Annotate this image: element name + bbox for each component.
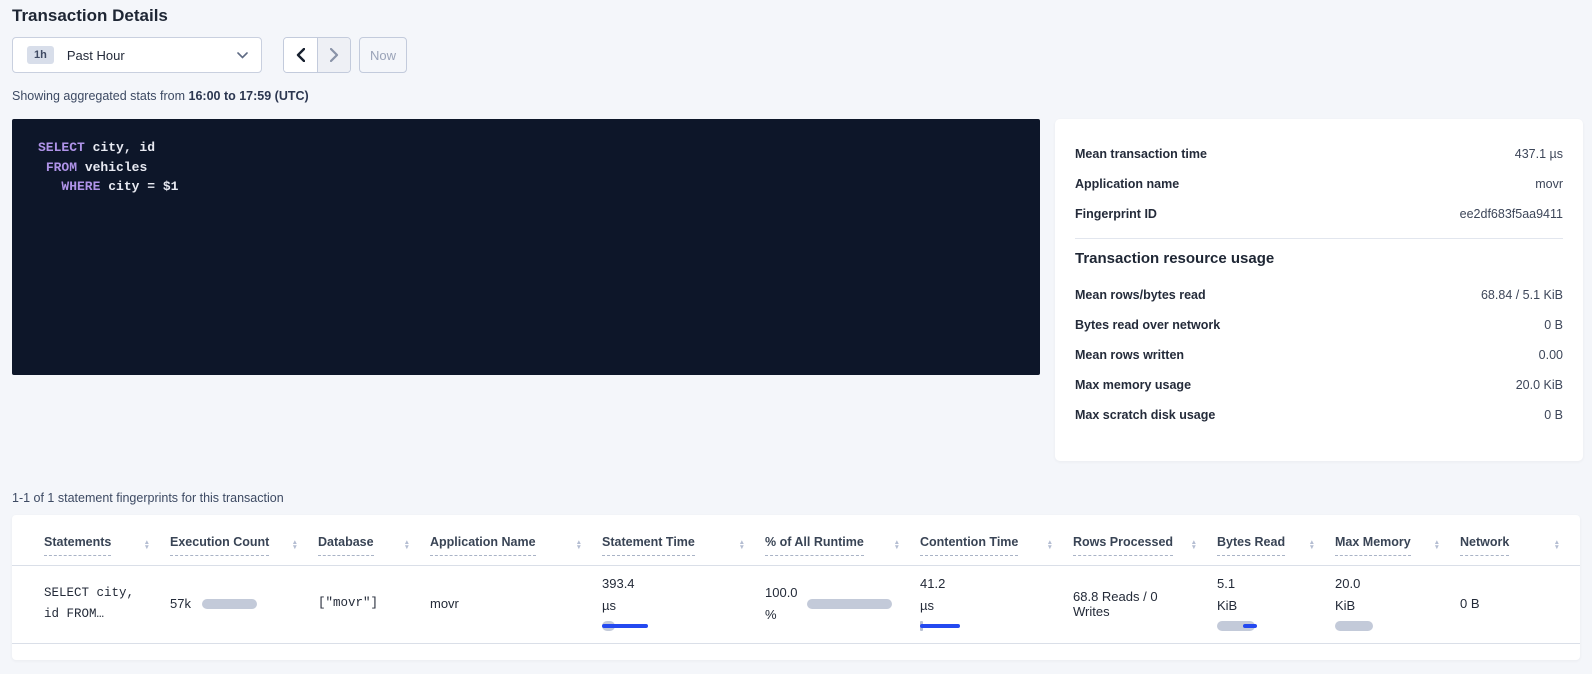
- sql-keyword: SELECT: [38, 140, 85, 155]
- summary-value: 437.1 µs: [1515, 147, 1563, 161]
- sort-icon[interactable]: ▲▼: [1309, 540, 1315, 550]
- sort-icon[interactable]: ▲▼: [894, 540, 900, 550]
- statements-table-card: Statements▲▼ Execution Count▲▼ Database▲…: [12, 515, 1580, 660]
- summary-value: 0 B: [1544, 318, 1563, 332]
- statement-row: SELECT city, id FROM… 57k ["movr"] movr …: [12, 566, 1580, 644]
- contention-time-bar: [920, 621, 964, 631]
- chevron-left-icon: [296, 48, 305, 62]
- summary-label: Bytes read over network: [1075, 318, 1220, 332]
- col-header-database[interactable]: Database▲▼: [318, 515, 430, 566]
- interval-label: Past Hour: [67, 48, 237, 63]
- summary-row: Mean rows written 0.00: [1075, 340, 1563, 370]
- summary-value: movr: [1535, 177, 1563, 191]
- sort-icon[interactable]: ▲▼: [739, 540, 745, 550]
- statement-fingerprints-caption: 1-1 of 1 statement fingerprints for this…: [12, 491, 1592, 506]
- time-interval-dropdown[interactable]: 1h Past Hour: [12, 37, 262, 73]
- summary-label: Mean transaction time: [1075, 147, 1207, 161]
- col-header-max-memory[interactable]: Max Memory▲▼: [1335, 515, 1460, 566]
- col-header-network[interactable]: Network▲▼: [1460, 515, 1580, 566]
- interval-badge: 1h: [27, 46, 54, 64]
- sql-keyword: WHERE: [61, 179, 100, 194]
- summary-row: Max memory usage 20.0 KiB: [1075, 370, 1563, 400]
- col-header-contention-time[interactable]: Contention Time▲▼: [920, 515, 1073, 566]
- max-memory-bar: [1335, 621, 1375, 631]
- caption-prefix: Showing aggregated stats from: [12, 89, 185, 103]
- summary-label: Mean rows/bytes read: [1075, 288, 1206, 302]
- resource-usage-title: Transaction resource usage: [1075, 250, 1563, 267]
- sort-icon[interactable]: ▲▼: [1047, 540, 1053, 550]
- sql-statement-box: SELECT city, id FROM vehicles WHERE city…: [12, 119, 1040, 375]
- sort-icon[interactable]: ▲▼: [1191, 540, 1197, 550]
- time-toolbar: 1h Past Hour Now: [12, 37, 1592, 73]
- sort-icon[interactable]: ▲▼: [1554, 540, 1560, 550]
- cell-contention-time: 41.2 µs: [920, 566, 1073, 644]
- col-header-statement-time[interactable]: Statement Time▲▼: [602, 515, 765, 566]
- summary-row: Mean rows/bytes read 68.84 / 5.1 KiB: [1075, 280, 1563, 310]
- cell-network: 0 B: [1460, 566, 1580, 644]
- prev-interval-button[interactable]: [284, 38, 317, 72]
- main-content-row: SELECT city, id FROM vehicles WHERE city…: [12, 119, 1592, 461]
- summary-value: 0.00: [1539, 348, 1563, 362]
- statements-table: Statements▲▼ Execution Count▲▼ Database▲…: [12, 515, 1580, 644]
- transaction-details-page: { "header": { "title": "Transaction Deta…: [0, 6, 1592, 674]
- caption-time-range: 16:00 to 17:59 (UTC): [189, 89, 309, 103]
- next-interval-button[interactable]: [317, 38, 350, 72]
- summary-value: 68.84 / 5.1 KiB: [1481, 288, 1563, 302]
- summary-label: Max scratch disk usage: [1075, 408, 1215, 422]
- summary-row: Max scratch disk usage 0 B: [1075, 400, 1563, 430]
- col-header-bytes-read[interactable]: Bytes Read▲▼: [1217, 515, 1335, 566]
- cell-rows-processed: 68.8 Reads / 0 Writes: [1073, 566, 1217, 644]
- page-title: Transaction Details: [12, 6, 1592, 28]
- statement-link[interactable]: SELECT city, id FROM…: [44, 583, 149, 625]
- summary-row: Application name movr: [1075, 169, 1563, 199]
- col-header-application-name[interactable]: Application Name▲▼: [430, 515, 602, 566]
- aggregated-stats-caption: Showing aggregated stats from 16:00 to 1…: [12, 89, 1592, 103]
- sort-icon[interactable]: ▲▼: [144, 540, 150, 550]
- col-header-execution-count[interactable]: Execution Count▲▼: [170, 515, 318, 566]
- now-button[interactable]: Now: [359, 37, 407, 73]
- col-header-statements[interactable]: Statements▲▼: [12, 515, 170, 566]
- statement-time-bar: [602, 621, 648, 631]
- sort-icon[interactable]: ▲▼: [1434, 540, 1440, 550]
- summary-label: Fingerprint ID: [1075, 207, 1157, 221]
- cell-pct-runtime: 100.0 %: [765, 566, 920, 644]
- execution-count-bar: [202, 599, 257, 609]
- summary-row: Fingerprint ID ee2df683f5aa9411: [1075, 199, 1563, 229]
- col-header-pct-runtime[interactable]: % of All Runtime▲▼: [765, 515, 920, 566]
- summary-value: 20.0 KiB: [1516, 378, 1563, 392]
- col-header-rows-processed[interactable]: Rows Processed▲▼: [1073, 515, 1217, 566]
- pct-runtime-bar: [807, 599, 892, 609]
- chevron-right-icon: [330, 48, 339, 62]
- sql-code: SELECT city, id FROM vehicles WHERE city…: [38, 138, 1040, 197]
- cell-max-memory: 20.0 KiB: [1335, 566, 1460, 644]
- sort-icon[interactable]: ▲▼: [404, 540, 410, 550]
- cell-application-name: movr: [430, 566, 602, 644]
- cell-execution-count: 57k: [170, 566, 318, 644]
- cell-statement[interactable]: SELECT city, id FROM…: [12, 566, 170, 644]
- summary-value: ee2df683f5aa9411: [1460, 207, 1563, 221]
- table-header-row: Statements▲▼ Execution Count▲▼ Database▲…: [12, 515, 1580, 566]
- summary-label: Application name: [1075, 177, 1179, 191]
- summary-row: Bytes read over network 0 B: [1075, 310, 1563, 340]
- interval-nav-group: [283, 37, 351, 73]
- cell-bytes-read: 5.1 KiB: [1217, 566, 1335, 644]
- sort-icon[interactable]: ▲▼: [576, 540, 582, 550]
- cell-database: ["movr"]: [318, 566, 430, 644]
- summary-label: Max memory usage: [1075, 378, 1191, 392]
- summary-label: Mean rows written: [1075, 348, 1184, 362]
- chevron-down-icon: [237, 52, 248, 59]
- sql-keyword: FROM: [46, 160, 77, 175]
- summary-divider: [1075, 238, 1563, 239]
- transaction-summary-panel: Mean transaction time 437.1 µs Applicati…: [1055, 119, 1583, 461]
- summary-value: 0 B: [1544, 408, 1563, 422]
- bytes-read-bar: [1217, 621, 1257, 631]
- sort-icon[interactable]: ▲▼: [292, 540, 298, 550]
- summary-row: Mean transaction time 437.1 µs: [1075, 139, 1563, 169]
- cell-statement-time: 393.4 µs: [602, 566, 765, 644]
